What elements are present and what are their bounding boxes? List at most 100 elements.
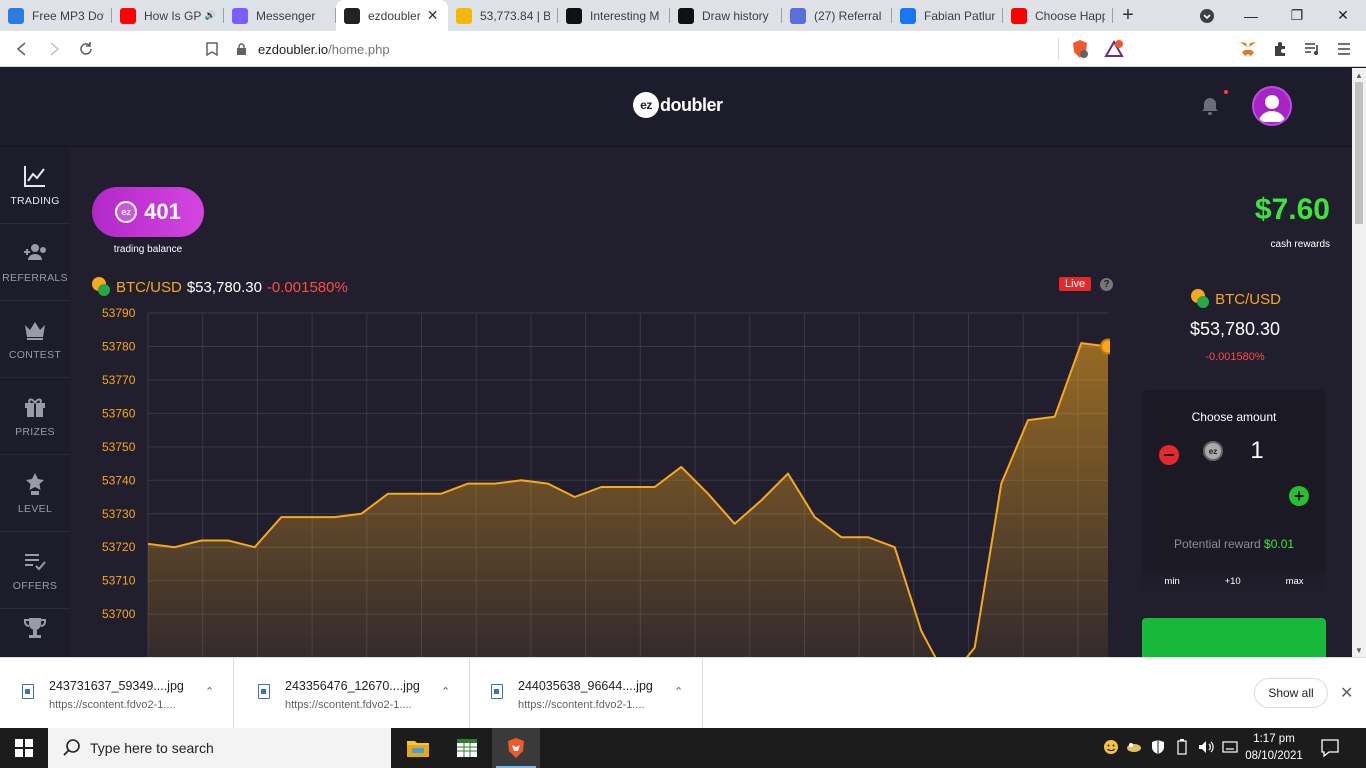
media-queue-icon[interactable] (1300, 37, 1324, 61)
sidebar-item-label: REFERRALS (2, 272, 68, 284)
browser-tab[interactable]: Free MP3 Dow (0, 0, 112, 31)
amount-value[interactable]: 1 (1242, 437, 1272, 465)
bookmark-icon[interactable] (196, 33, 228, 65)
app-tray-icon[interactable] (1122, 741, 1146, 756)
side-change: -0.001580% (1205, 351, 1265, 363)
chevron-up-icon[interactable]: ⌃ (674, 685, 683, 698)
quick-plus10-button[interactable]: +10 (1225, 576, 1241, 587)
trade-up-button[interactable] (1142, 618, 1326, 657)
chevron-up-icon[interactable]: ⌃ (205, 685, 214, 698)
cash-rewards-value: $7.60 (1254, 193, 1330, 226)
quick-amount-row: min +10 max (1142, 571, 1326, 591)
tab-search-icon[interactable] (1184, 0, 1230, 31)
download-item[interactable]: 243731637_59349....jpg https://scontent.… (0, 658, 234, 729)
tab-close-icon[interactable]: ✕ (427, 7, 439, 24)
url-field[interactable]: ezdoubler.io/home.php (236, 35, 1056, 63)
windows-start-icon[interactable] (0, 728, 48, 768)
sidebar-item-trading[interactable]: TRADING (0, 147, 70, 224)
browser-tab[interactable]: How Is GP 🔊 (112, 0, 224, 31)
facebook-icon (900, 7, 916, 24)
current-price-point (1100, 338, 1110, 355)
back-icon[interactable] (6, 33, 38, 65)
show-all-downloads-button[interactable]: Show all (1254, 678, 1328, 708)
chevron-up-icon[interactable]: ⌃ (441, 685, 450, 698)
browser-tab-title: Choose Happ (1035, 8, 1105, 23)
trading-balance-value: 401 (144, 199, 181, 224)
close-downloads-icon[interactable]: ✕ (1340, 683, 1353, 703)
y-tick-label: 53720 (102, 540, 136, 554)
clock-time: 1:17 pm (1253, 733, 1295, 745)
notification-center-icon[interactable] (1320, 738, 1340, 758)
browser-menu-icon[interactable] (1332, 37, 1356, 61)
minimize-icon[interactable]: — (1228, 0, 1274, 31)
browser-tab[interactable]: Draw history (670, 0, 782, 31)
star-level-icon (26, 473, 44, 495)
increase-amount-button[interactable]: + (1289, 486, 1309, 506)
ezdoubler-logo[interactable]: ez doubler (633, 92, 723, 118)
new-tab-icon[interactable]: + (1113, 1, 1143, 31)
sidebar-item-label: CONTEST (8, 349, 62, 361)
quick-max-button[interactable]: max (1286, 576, 1304, 587)
sidebar-item-contest[interactable]: CONTEST (0, 301, 70, 378)
crown-icon (25, 322, 45, 340)
emoji-face-icon[interactable] (1100, 739, 1122, 758)
spreadsheet-app-icon[interactable] (443, 728, 491, 768)
download-item[interactable]: 244035638_96644....jpg https://scontent.… (469, 658, 703, 729)
side-price: $53,780.30 (1189, 319, 1281, 339)
sidebar-item-referrals[interactable]: REFERRALS (0, 224, 70, 301)
scroll-down-icon[interactable]: ▼ (1352, 643, 1366, 657)
reload-icon[interactable] (70, 33, 102, 65)
browser-tab[interactable]: Interesting M (558, 0, 670, 31)
scroll-up-icon[interactable]: ▲ (1352, 68, 1366, 82)
ezdoubler-app: ez doubler TRADING REFERRALS CONTEST PRI… (0, 68, 1352, 657)
user-avatar[interactable] (1252, 86, 1292, 126)
quick-min-button[interactable]: min (1164, 576, 1179, 587)
metamask-icon[interactable] (1236, 37, 1260, 61)
taskbar-clock[interactable]: 1:17 pm 08/10/2021 (1242, 731, 1306, 765)
browser-tab-title: Draw history (702, 8, 769, 23)
ticker-price: $53,780.30 (186, 278, 262, 296)
tab-audio-icon[interactable]: 🔊 (205, 10, 216, 21)
y-tick-label: 53700 (102, 607, 136, 621)
download-filename: 244035638_96644....jpg (518, 679, 653, 693)
browser-tab[interactable]: 53,773.84 | B (448, 0, 558, 31)
price-area (148, 343, 1108, 657)
browser-tab[interactable]: (27) Referral - (782, 0, 892, 31)
download-item[interactable]: 243356476_12670....jpg https://scontent.… (236, 658, 470, 729)
ez-token-icon: ez (1203, 441, 1223, 461)
sidebar-item-level[interactable]: LEVEL (0, 455, 70, 532)
trading-balance-pill[interactable]: ez 401 (92, 187, 204, 237)
brave-shield-icon[interactable] (1068, 37, 1092, 61)
keyboard-icon[interactable] (1218, 740, 1242, 757)
battery-icon[interactable] (1170, 738, 1194, 758)
browser-tab[interactable]: ezdoubler ✕ (336, 0, 448, 31)
search-icon (63, 739, 80, 756)
address-bar: ezdoubler.io/home.php (0, 31, 1366, 67)
volume-icon[interactable] (1194, 740, 1218, 757)
taskbar-search-input[interactable]: Type here to search (48, 728, 391, 768)
sidebar-item-offers[interactable]: OFFERS (0, 532, 70, 609)
forward-icon[interactable] (38, 33, 70, 65)
browser-tab[interactable]: Fabian Patlun (892, 0, 1003, 31)
help-icon[interactable]: ? (1100, 278, 1113, 291)
messenger-icon (232, 7, 248, 24)
notification-bell-icon[interactable] (1200, 90, 1228, 116)
system-tray (1100, 728, 1242, 768)
browser-tab[interactable]: Choose Happ (1003, 0, 1113, 31)
brave-browser-icon[interactable] (492, 728, 540, 768)
restore-icon[interactable]: ❐ (1274, 0, 1320, 31)
extensions-icon[interactable] (1268, 37, 1292, 61)
trophy-icon (24, 618, 46, 638)
live-badge: Live (1059, 277, 1092, 291)
scrollbar-thumb[interactable] (1355, 82, 1363, 224)
window-close-icon[interactable]: ✕ (1320, 0, 1366, 31)
trading-panel: ez 401 trading balance $7.60 cash reward… (70, 147, 1352, 657)
decrease-amount-button[interactable] (1159, 445, 1179, 465)
sidebar-item-trophy[interactable] (0, 609, 70, 649)
brave-rewards-icon[interactable] (1102, 37, 1126, 61)
security-shield-icon[interactable] (1146, 739, 1170, 758)
sidebar-item-prizes[interactable]: PRIZES (0, 378, 70, 455)
browser-tab[interactable]: Messenger (224, 0, 336, 31)
page-scrollbar[interactable]: ▲ ▼ (1352, 68, 1366, 657)
file-explorer-icon[interactable] (394, 728, 442, 768)
